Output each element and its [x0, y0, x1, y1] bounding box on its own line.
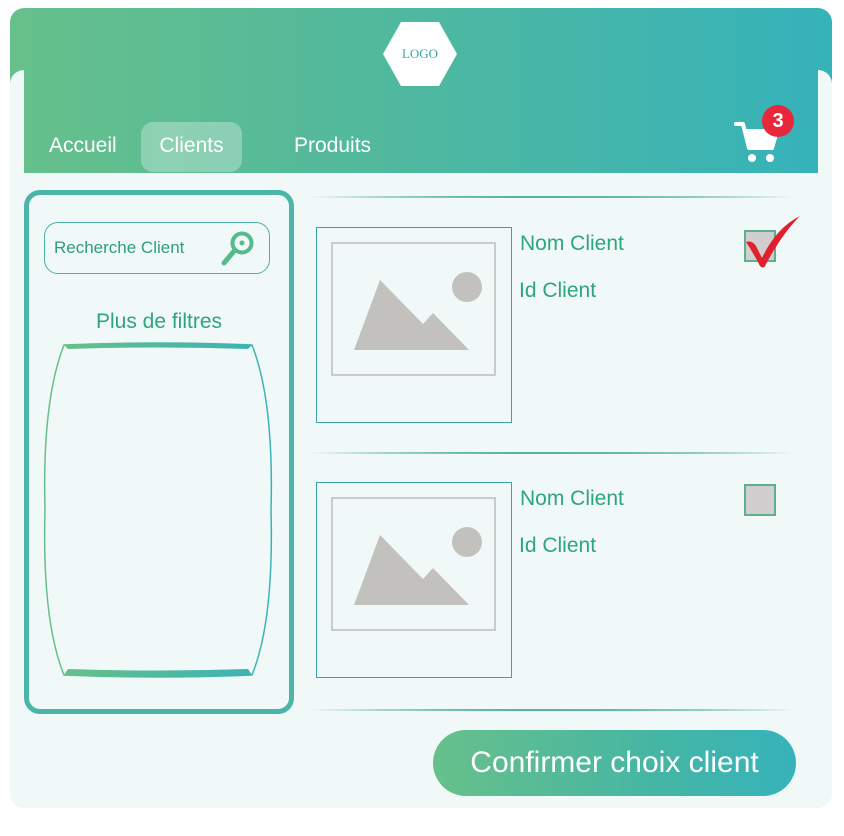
image-placeholder-icon	[331, 497, 496, 631]
filters-area[interactable]	[42, 341, 274, 679]
cart-count-badge: 3	[762, 105, 794, 137]
client-name: Nom Client	[520, 232, 624, 255]
separator-line	[308, 709, 793, 711]
confirm-client-button[interactable]: Confirmer choix client	[433, 730, 796, 796]
client-name: Nom Client	[520, 487, 624, 510]
client-select-checkbox[interactable]	[744, 484, 776, 516]
client-photo	[316, 482, 512, 678]
client-photo	[316, 227, 512, 423]
checkmark-icon	[746, 216, 800, 268]
image-placeholder-icon	[331, 242, 496, 376]
client-id: Id Client	[519, 534, 597, 557]
separator-line	[308, 452, 793, 454]
client-id: Id Client	[519, 279, 597, 302]
logo-text: LOGO	[401, 46, 439, 61]
nav-tab-accueil[interactable]: Accueil	[49, 122, 129, 172]
nav-tab-produits[interactable]: Produits	[294, 122, 384, 172]
nav-tab-clients[interactable]: Clients	[141, 122, 242, 172]
search-icon[interactable]	[221, 231, 255, 267]
separator-line	[308, 196, 793, 198]
search-placeholder: Recherche Client	[54, 238, 185, 257]
app-window: LOGO Accueil Clients Produits 3 Recherch…	[10, 8, 832, 808]
more-filters-title: Plus de filtres	[95, 310, 223, 333]
